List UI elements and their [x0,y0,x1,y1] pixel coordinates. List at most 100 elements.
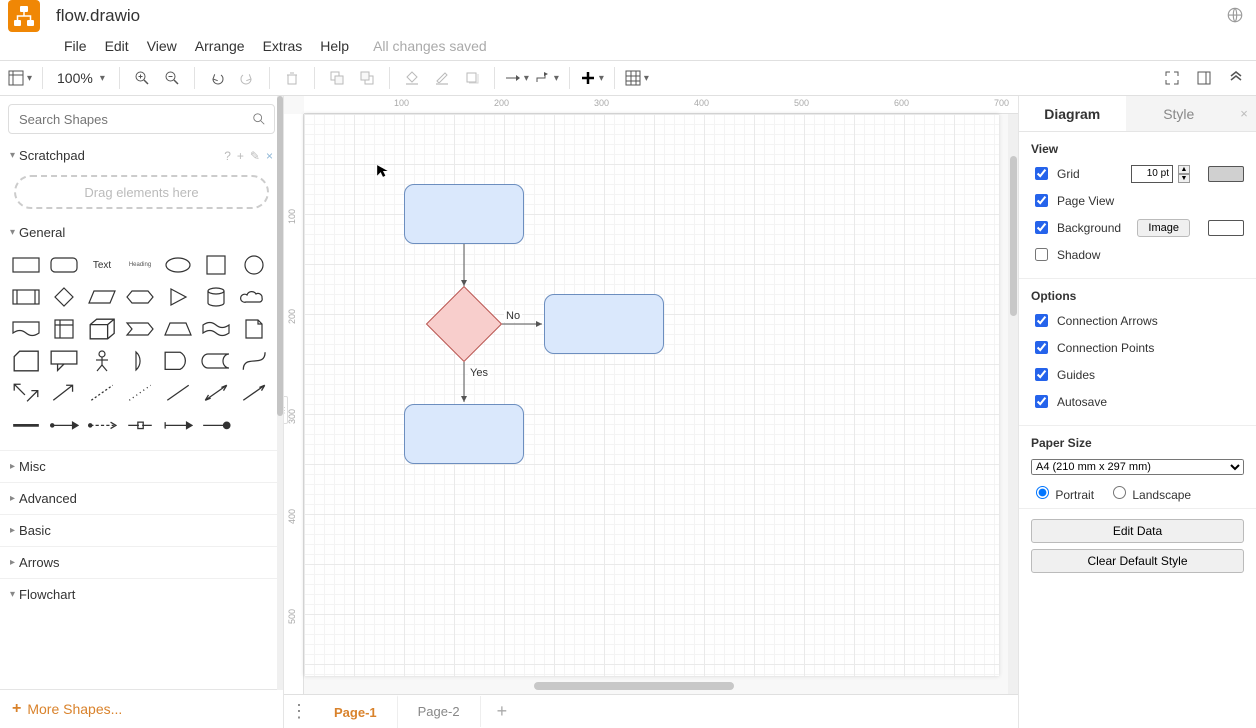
shape-bi-dir-line[interactable] [198,378,234,408]
undo-button[interactable] [203,64,231,92]
node-yes-branch[interactable] [404,404,524,464]
search-shapes-input[interactable] [8,104,275,134]
waypoint-style-button[interactable] [533,64,561,92]
shape-and[interactable] [160,346,196,376]
shape-note[interactable] [236,314,272,344]
section-flowchart[interactable]: Flowchart [0,578,283,610]
shape-data-storage[interactable] [198,346,234,376]
grid-checkbox[interactable] [1035,167,1048,180]
shape-process[interactable] [8,282,44,312]
shape-rounded-rect[interactable] [46,250,82,280]
shape-trapezoid[interactable] [160,314,196,344]
view-toggle-button[interactable] [6,64,34,92]
grid-size-input[interactable] [1131,165,1173,183]
app-logo[interactable] [8,0,40,32]
shape-tape[interactable] [198,314,234,344]
shape-or[interactable] [122,346,158,376]
background-color-swatch[interactable] [1208,220,1244,236]
more-shapes-button[interactable]: + More Shapes... [0,689,283,728]
close-panel-icon[interactable]: × [1232,96,1256,131]
menu-extras[interactable]: Extras [263,38,303,54]
section-general[interactable]: General [0,219,283,246]
shape-arrow[interactable] [46,378,82,408]
autosave-checkbox[interactable] [1035,395,1048,408]
node-decision[interactable] [426,286,502,362]
fill-color-button[interactable] [398,64,426,92]
pageview-checkbox[interactable] [1035,194,1048,207]
page-menu-button[interactable]: ⋮ [284,701,314,722]
section-basic[interactable]: Basic [0,514,283,546]
insert-button[interactable] [578,64,606,92]
shape-parallelogram[interactable] [84,282,120,312]
edit-data-button[interactable]: Edit Data [1031,519,1244,543]
shape-dotted-line[interactable] [122,378,158,408]
shape-line[interactable] [160,378,196,408]
grid-color-swatch[interactable] [1208,166,1244,182]
tab-diagram[interactable]: Diagram [1019,96,1126,131]
shape-hexagon[interactable] [122,282,158,312]
scratchpad-header[interactable]: Scratchpad ? + ✎ × [0,142,283,169]
scratchpad-edit-icon[interactable]: ✎ [250,149,260,163]
background-checkbox[interactable] [1035,221,1048,234]
language-icon[interactable] [1226,6,1244,27]
delete-button[interactable] [278,64,306,92]
grid-size-down[interactable]: ▼ [1178,174,1190,183]
add-page-button[interactable]: + [481,701,524,722]
shape-circle[interactable] [236,250,272,280]
page-tab-1[interactable]: Page-1 [314,695,398,728]
fullscreen-button[interactable] [1158,64,1186,92]
shape-callout[interactable] [46,346,82,376]
shape-cylinder[interactable] [198,282,234,312]
scratchpad-dropzone[interactable]: Drag elements here [14,175,269,209]
shape-connector-3[interactable] [122,410,158,440]
node-start[interactable] [404,184,524,244]
shape-diamond[interactable] [46,282,82,312]
shape-link[interactable] [8,410,44,440]
shape-textbox[interactable]: Heading [122,250,158,280]
edge-label-no[interactable]: No [504,310,522,322]
scratchpad-add-icon[interactable]: + [237,149,244,163]
menu-help[interactable]: Help [320,38,349,54]
scratchpad-close-icon[interactable]: × [266,149,273,163]
shape-connector-1[interactable] [46,410,82,440]
shape-bi-arrow[interactable] [8,378,44,408]
shape-cloud[interactable] [236,282,272,312]
collapse-toolbar-button[interactable] [1222,64,1250,92]
zoom-in-button[interactable] [128,64,156,92]
zoom-out-button[interactable] [158,64,186,92]
zoom-level[interactable]: 100% [51,70,111,86]
shape-square[interactable] [198,250,234,280]
menu-view[interactable]: View [147,38,177,54]
line-color-button[interactable] [428,64,456,92]
section-arrows[interactable]: Arrows [0,546,283,578]
shape-connector-4[interactable] [160,410,196,440]
page-paper[interactable]: No Yes [304,114,999,676]
format-panel-button[interactable] [1190,64,1218,92]
edge-label-yes[interactable]: Yes [468,367,490,379]
shape-connector-2[interactable] [84,410,120,440]
to-front-button[interactable] [323,64,351,92]
shape-document[interactable] [8,314,44,344]
shadow-checkbox[interactable] [1035,248,1048,261]
menu-file[interactable]: File [64,38,87,54]
shape-step[interactable] [122,314,158,344]
table-button[interactable] [623,64,651,92]
shape-card[interactable] [8,346,44,376]
canvas[interactable]: 100 200 300 400 500 600 700 100 200 300 … [284,96,1018,728]
canvas-scroll-horizontal[interactable] [534,682,734,690]
background-image-button[interactable]: Image [1137,219,1190,237]
conn-points-checkbox[interactable] [1035,341,1048,354]
search-field[interactable] [17,111,252,128]
shadow-button[interactable] [458,64,486,92]
left-scroll-thumb[interactable] [277,96,283,416]
section-advanced[interactable]: Advanced [0,482,283,514]
shape-internal-storage[interactable] [46,314,82,344]
shape-curve[interactable] [236,346,272,376]
shape-text[interactable]: Text [84,250,120,280]
shape-cube[interactable] [84,314,120,344]
sidebar-collapse-handle[interactable]: ⋮ [284,396,288,424]
to-back-button[interactable] [353,64,381,92]
guides-checkbox[interactable] [1035,368,1048,381]
connection-style-button[interactable] [503,64,531,92]
page-tab-2[interactable]: Page-2 [398,696,481,727]
